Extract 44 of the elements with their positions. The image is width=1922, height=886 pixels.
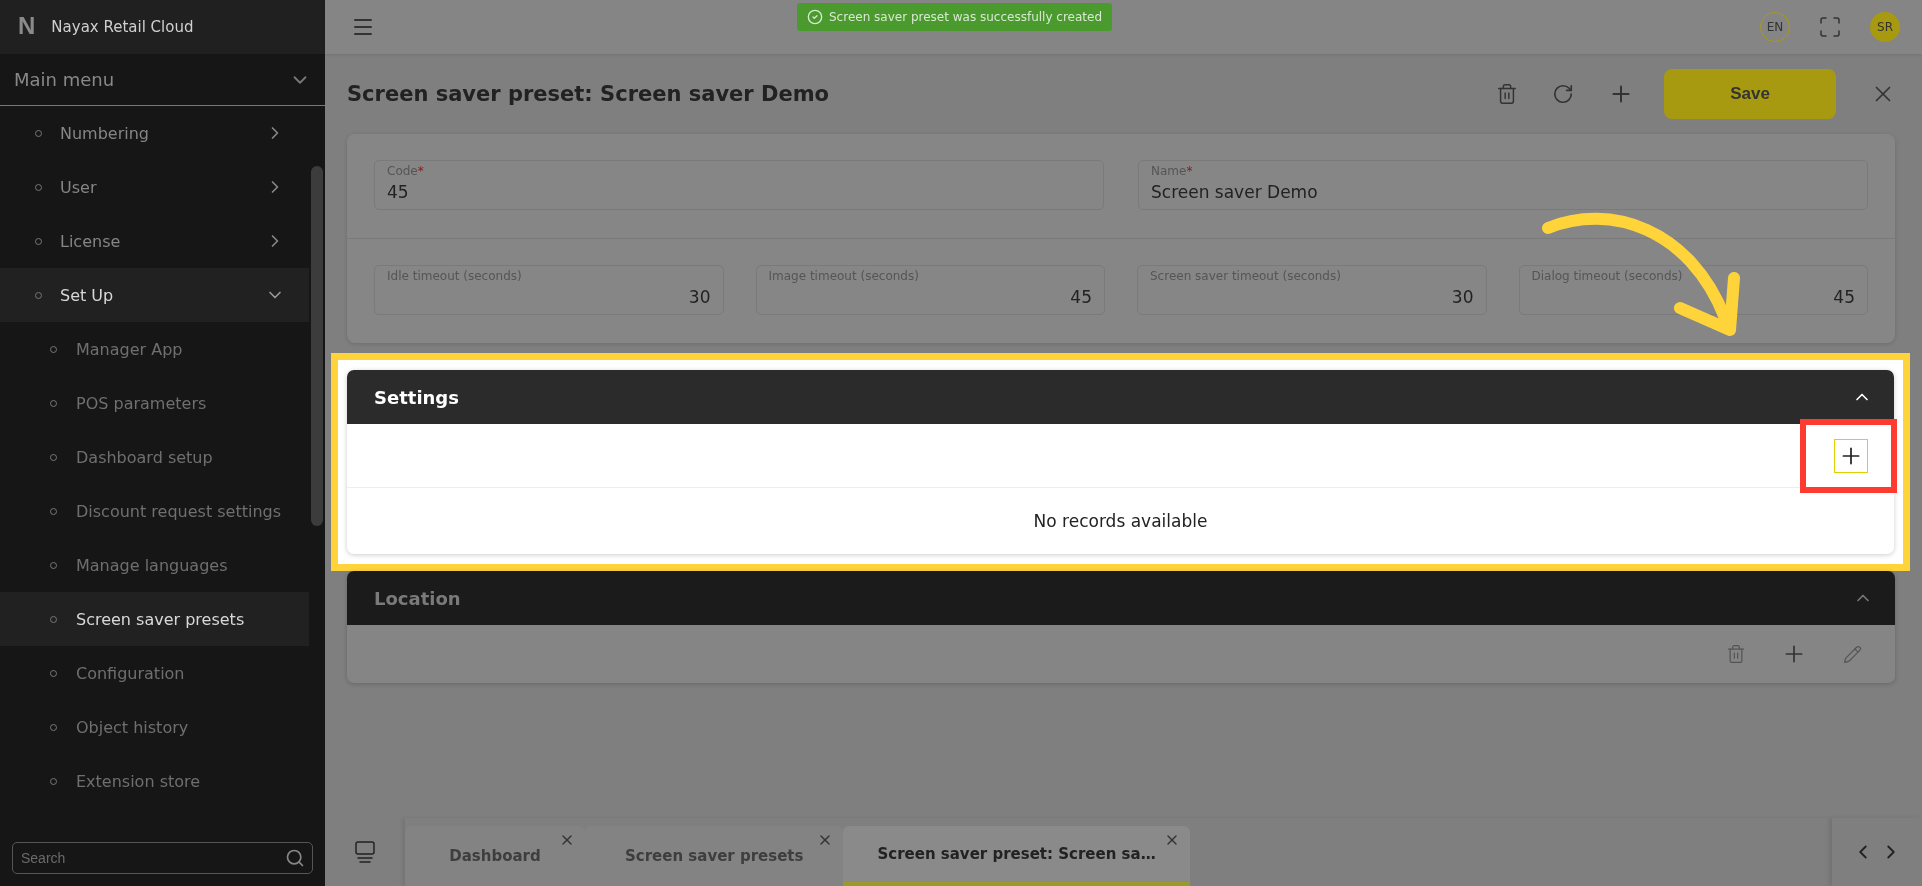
add-button[interactable] <box>1834 438 1868 473</box>
search-icon[interactable] <box>285 848 305 868</box>
pencil-icon <box>1842 644 1862 664</box>
empty-message: No records available <box>1032 510 1209 533</box>
section-header[interactable]: Settings <box>347 370 1894 424</box>
app-title: Nayax Retail Cloud <box>51 18 194 36</box>
tab[interactable]: Dashboard <box>405 826 585 886</box>
user-avatar[interactable]: SR <box>1870 12 1900 42</box>
field-value: Screen saver Demo <box>1151 181 1318 202</box>
save-button[interactable]: Save <box>1664 69 1836 119</box>
section-header[interactable]: Location <box>347 571 1895 625</box>
menu-item[interactable]: Configuration <box>0 646 309 700</box>
field-label: Code* <box>387 164 425 178</box>
menu-title: Main menu <box>14 69 115 90</box>
trash-icon <box>1726 644 1746 664</box>
menu-item[interactable]: Object history <box>0 700 309 754</box>
menu-item[interactable]: Dashboard setup <box>0 430 309 484</box>
search-field[interactable]: Search <box>12 842 313 874</box>
trash-icon <box>1496 83 1518 105</box>
page-title: Screen saver preset: Screen saver Demo <box>347 82 830 106</box>
refresh-icon <box>1552 83 1574 105</box>
scrollbar-thumb[interactable] <box>311 166 323 526</box>
menu-item[interactable]: POS parameters <box>0 376 309 430</box>
field-value: 45 <box>1833 286 1855 307</box>
field-value: 45 <box>1070 286 1092 307</box>
field-value: 30 <box>1451 286 1474 307</box>
menu-item[interactable]: User <box>0 160 309 214</box>
menu-item[interactable]: Manage languages <box>0 538 309 592</box>
field-value: 30 <box>688 286 711 307</box>
menu-item[interactable]: Numbering <box>0 106 309 160</box>
tab[interactable]: Screen saver preset: Screen sa… <box>843 826 1190 886</box>
menu-item[interactable]: Extension store <box>0 754 309 808</box>
tab[interactable]: Screen saver presets <box>585 826 844 886</box>
check-circle-icon <box>807 9 823 25</box>
menu-item[interactable]: License <box>0 214 309 268</box>
field-value: 45 <box>387 181 409 202</box>
fullscreen-icon <box>1818 15 1842 39</box>
menu-item[interactable]: Screen saver presets <box>0 592 309 646</box>
menu-item[interactable]: Manager App <box>0 322 309 376</box>
menu-item[interactable]: Set Up <box>0 268 309 322</box>
app-logo: N <box>18 11 36 41</box>
menu-item[interactable]: Discount request settings <box>0 484 309 538</box>
toast-message: Screen saver preset was successfully created <box>829 10 1103 24</box>
form-field[interactable]: Code* 45 <box>374 160 1104 210</box>
